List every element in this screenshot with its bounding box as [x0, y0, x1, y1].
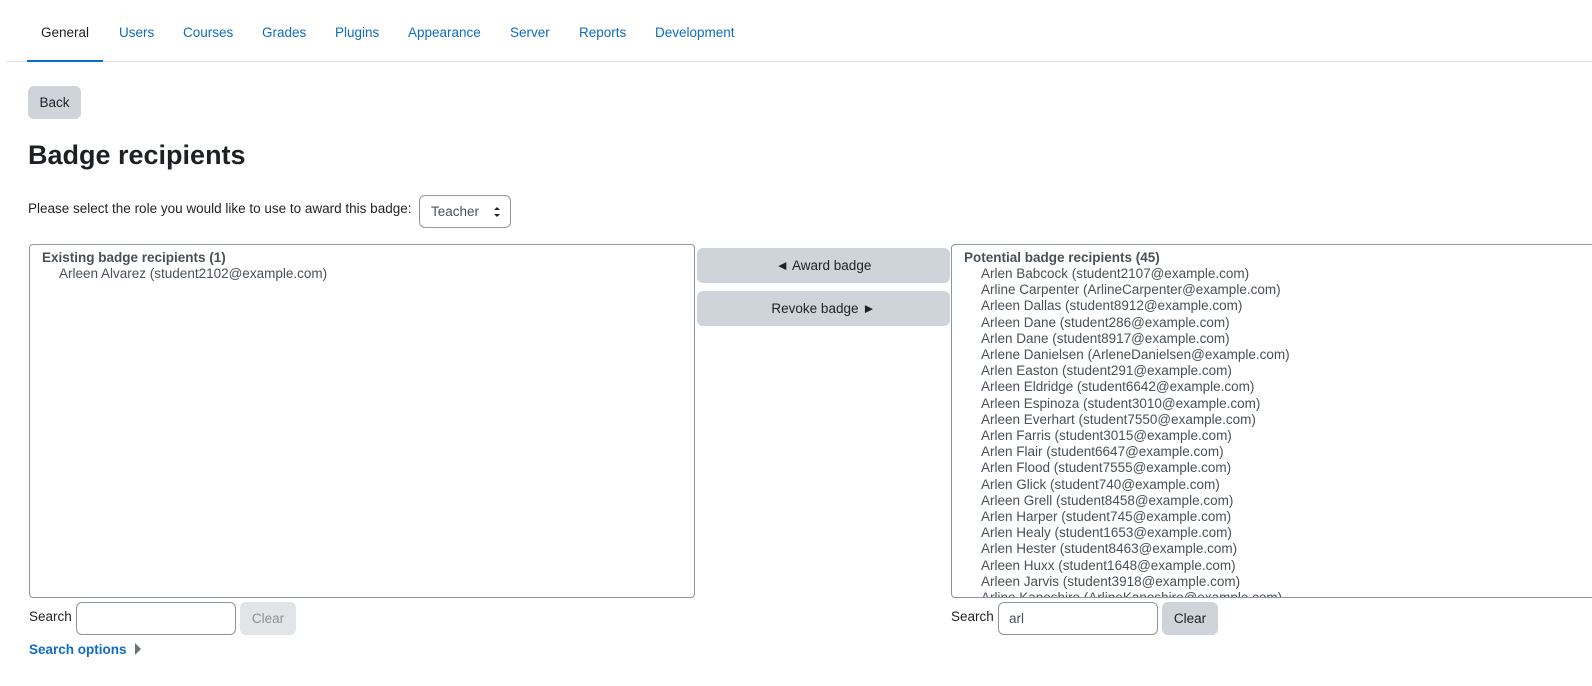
existing-clear-button[interactable]: Clear — [240, 602, 296, 635]
caret-right-icon — [134, 643, 141, 655]
list-item[interactable]: Arleen Alvarez (student2102@example.com) — [30, 266, 694, 282]
existing-recipients-list[interactable]: Existing badge recipients (1) Arleen Alv… — [29, 244, 695, 598]
admin-nav-tabs: General Users Courses Grades Plugins App… — [6, 0, 1592, 62]
role-select-value: Teacher — [431, 204, 480, 219]
tab-plugins[interactable]: Plugins — [335, 0, 379, 62]
list-item[interactable]: Arleen Jarvis (student3918@example.com) — [952, 574, 1592, 590]
award-badge-button[interactable]: ◄ Award badge — [697, 248, 950, 283]
list-item[interactable]: Arlen Flood (student7555@example.com) — [952, 460, 1592, 476]
tab-users[interactable]: Users — [119, 0, 154, 62]
list-item[interactable]: Arleen Huxx (student1648@example.com) — [952, 558, 1592, 574]
revoke-badge-button[interactable]: Revoke badge ► — [697, 291, 950, 326]
list-item[interactable]: Arlene Danielsen (ArleneDanielsen@exampl… — [952, 347, 1592, 363]
list-item[interactable]: Arlen Harper (student745@example.com) — [952, 509, 1592, 525]
existing-recipients-heading: Existing badge recipients (1) — [42, 250, 226, 265]
list-item[interactable]: Arlen Hester (student8463@example.com) — [952, 541, 1592, 557]
list-item[interactable]: Arleen Eldridge (student6642@example.com… — [952, 379, 1592, 395]
list-item[interactable]: Arleen Everhart (student7550@example.com… — [952, 412, 1592, 428]
list-item[interactable]: Arleen Espinoza (student3010@example.com… — [952, 396, 1592, 412]
tab-courses[interactable]: Courses — [183, 0, 233, 62]
tab-server[interactable]: Server — [510, 0, 550, 62]
tab-general[interactable]: General — [27, 0, 104, 62]
list-item[interactable]: Arleen Dallas (student8912@example.com) — [952, 298, 1592, 314]
search-options-toggle[interactable]: Search options — [29, 642, 141, 657]
list-item[interactable]: Arleen Grell (student8458@example.com) — [952, 493, 1592, 509]
select-arrows-icon — [494, 207, 500, 217]
tab-appearance[interactable]: Appearance — [408, 0, 481, 62]
role-select[interactable]: Teacher — [419, 195, 511, 228]
search-options-label: Search options — [29, 642, 127, 657]
role-select-label: Please select the role you would like to… — [28, 201, 412, 216]
list-item[interactable]: Arlen Babcock (student2107@example.com) — [952, 266, 1592, 282]
list-item[interactable]: Arline Kanoshiro (ArlineKanoshiro@exampl… — [952, 590, 1592, 597]
potential-recipients-heading: Potential badge recipients (45) — [964, 250, 1160, 265]
list-item[interactable]: Arline Carpenter (ArlineCarpenter@exampl… — [952, 282, 1592, 298]
list-item[interactable]: Arlen Easton (student291@example.com) — [952, 363, 1592, 379]
potential-search-input[interactable] — [998, 602, 1158, 635]
list-item[interactable]: Arlen Glick (student740@example.com) — [952, 477, 1592, 493]
list-item[interactable]: Arleen Dane (student286@example.com) — [952, 315, 1592, 331]
list-item[interactable]: Arlen Dane (student8917@example.com) — [952, 331, 1592, 347]
existing-search-label: Search — [29, 609, 72, 624]
existing-search-input[interactable] — [76, 602, 236, 635]
list-item[interactable]: Arlen Healy (student1653@example.com) — [952, 525, 1592, 541]
list-item[interactable]: Arlen Farris (student3015@example.com) — [952, 428, 1592, 444]
page-title: Badge recipients — [28, 140, 246, 170]
potential-search-label: Search — [951, 609, 994, 624]
tab-reports[interactable]: Reports — [579, 0, 626, 62]
back-button[interactable]: Back — [28, 86, 81, 119]
tab-development[interactable]: Development — [655, 0, 735, 62]
potential-recipients-list[interactable]: Potential badge recipients (45) Arlen Ba… — [951, 244, 1592, 598]
potential-clear-button[interactable]: Clear — [1162, 602, 1218, 635]
tab-grades[interactable]: Grades — [262, 0, 306, 62]
list-item[interactable]: Arlen Flair (student6647@example.com) — [952, 444, 1592, 460]
